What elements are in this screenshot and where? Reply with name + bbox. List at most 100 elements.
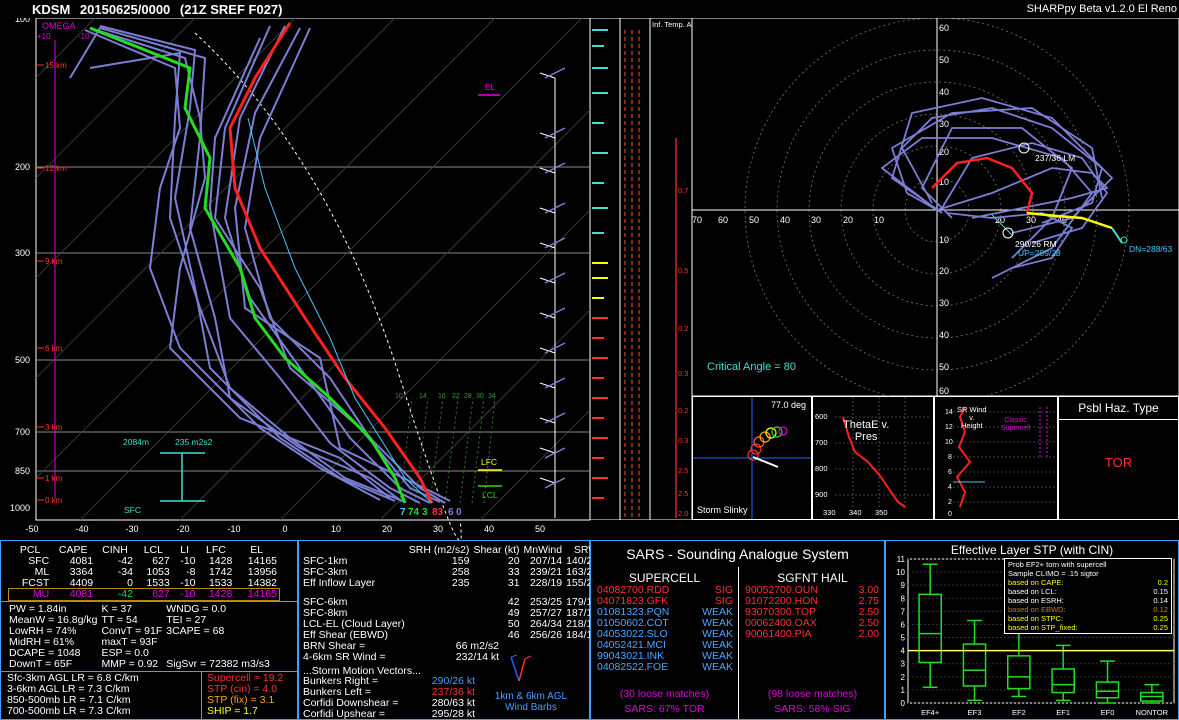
supercell-title: SUPERCELL [628,571,701,585]
hodo-y-label: 10 [939,235,949,245]
height-label: 12 km [45,164,67,173]
omega-tick: -10 [78,32,90,41]
mixing-ratio-label: 34 [488,393,496,400]
inferred-temp-value: 0.2 [678,406,688,415]
hail-title: SGFNT HAIL [777,571,848,585]
temp-label: 20 [382,524,392,534]
stp-y-label: 0 [901,699,906,708]
pressure-label: 300 [15,248,30,258]
temp-label: 30 [433,524,443,534]
thetae-title: ThetaE v. Pres [843,419,889,443]
hail-matches-table: 90052700.OUN 3.00 91072200.HON 2.75 930703… [743,585,881,640]
index-cell [164,637,272,648]
inferred-temp-value: 0.5 [678,266,688,275]
thetae-y-label: 800 [815,464,828,473]
stp-box [1007,655,1031,690]
composite-index: SHIP = 1.7 [207,705,258,717]
lcl-label: LCL [482,490,498,500]
valid-time: 20150625/0000 [79,2,171,17]
thetae-panel: 600 700 800 900 330 340 350 ThetaE v. Pr… [812,396,934,520]
stp-category-label: EF4+ [921,708,940,717]
cell: 256/26 [529,629,563,641]
mixing-ratio-label: 14 [419,393,427,400]
hodo-y-label: 50 [939,362,949,372]
inferred-temp-value: 0.3 [678,436,688,445]
legend-title: Sample CLIMO = .15 sigtor [1008,569,1099,578]
parcel-row[interactable]: FCST 4409 0 1533 -10 1533 14382 [9,578,279,589]
parcel-row[interactable]: ML 3364 -34 1053 -8 1742 13956 [9,567,279,578]
parcel-row-selected[interactable]: MU 4081 -42 627 -10 1428 14165 [8,588,280,601]
upshear-label: UP=209/28 [1018,248,1061,258]
legend-label: based on CAPE: [1008,578,1064,587]
srwind-title: SR Wind v. Height [957,406,987,430]
height-label: 6 km [45,344,63,353]
cell: 4081 [69,588,94,600]
cell: 1428 [208,588,233,600]
lapse-rate: 700-500mb LR = 7.3 C/km [7,705,131,717]
srwind-y-label: 8 [948,454,952,461]
sfc-dewpoint: 74 [408,507,420,518]
thermo-panel: PCL CAPE CINH LCL LI LFC EL SFC 4081 -42 62… [0,540,298,720]
indices-row: DownT = 65F MMP = 0.92 SigSvr = 72382 m3/s… [7,659,272,670]
model-info: (21Z SREF F027) [179,2,283,17]
hodograph[interactable]: 60 50 40 30 20 10 10 20 30 40 50 60 70 6… [692,18,1179,396]
supercell-loose-matches: (30 loose matches) [619,688,710,700]
temp-label: -30 [125,524,138,534]
mixing-ratio-label: 30 [476,393,484,400]
cell: Eff Inflow Layer [303,577,376,589]
srwind-y-label: 0 [948,511,952,518]
height-label: 15 km [45,61,67,70]
stp-category-label: EF0 [1101,708,1115,717]
srwind-y-label: 4 [948,484,952,491]
critical-angle: Critical Angle = 80 [707,361,796,373]
hail-match[interactable]: 90061400.PIA 2.00 [743,629,881,640]
temp-label: -50 [25,524,38,534]
skewt-plot[interactable]: 10 14 16 22 28 30 34 OMEGA +10 -10 15 km… [0,18,592,540]
supercell-match[interactable]: 04082522.FOE WEAK [595,662,735,673]
sfc-value: 6 [448,507,454,518]
el-label: EL [485,82,496,92]
thetae-plot: 600 700 800 900 330 340 350 [815,397,931,517]
sfc-value: 0 [456,507,462,518]
hodo-y-label: 40 [939,87,949,97]
stp-y-label: 8 [901,594,906,603]
classic-supercell-label: Classic Supercell [1001,417,1030,433]
cell [407,597,472,608]
inferred-temp-value: 2.5 [678,489,688,498]
stp-category-label: EF1 [1056,708,1070,717]
srwind-y-label: 12 [945,424,953,431]
inferred-temp-value: 0.3 [678,369,688,378]
composite-indices: Supercell = 19.2 STP (cin) = 4.0 STP (fi… [207,673,283,717]
temp-label: -40 [75,524,88,534]
pressure-label: 500 [15,355,30,365]
legend-value: 0.25 [1153,623,1168,632]
motion-row: Corfidi Upshear = 295/28 kt [301,709,477,720]
cell: 90061400.PIA [745,628,812,640]
hodo-x-label: 20 [843,215,853,225]
temp-label: -10 [227,524,240,534]
parcel-table: PCL CAPE CINH LCL LI LFC EL SFC 4081 -42 62… [8,545,280,601]
mixing-ratio-label: 10 [395,393,403,400]
hodo-y-label: 50 [939,55,949,65]
legend-value: 0.12 [1153,605,1168,614]
cell: 627 [152,588,170,600]
hazard-value: TOR [1104,455,1133,470]
temp-label: 50 [535,524,545,534]
thetae-y-label: 600 [815,412,828,421]
parcel-row[interactable]: SFC 4081 -42 627 -10 1428 14165 [9,556,279,567]
pressure-label: 100 [15,18,30,24]
parcel-header-row: PCL CAPE CINH LCL LI LFC EL [9,545,279,556]
stp-y-label: 10 [896,568,905,577]
cell: 228/19 [529,577,563,589]
stp-category-label: EF3 [968,708,982,717]
stp-box [1051,668,1075,694]
lapse-rates: Sfc-3km AGL LR = 6.8 C/km 3-6km AGL LR =… [7,673,139,717]
hail-loose-matches: (98 loose matches) [767,688,858,700]
legend-item: based on EBWD: 0.12 [1008,605,1168,614]
stp-box [918,593,942,664]
legend-item: based on STPC: 0.25 [1008,614,1168,623]
hodo-x-label: 30 [1026,215,1036,225]
cell: 4-6km SR Wind = [303,651,386,663]
brn-table: BRN Shear = 66 m2/s2 4-6km SR Wind = 232/1… [301,641,501,663]
legend-label: based on STPC: [1008,614,1064,623]
